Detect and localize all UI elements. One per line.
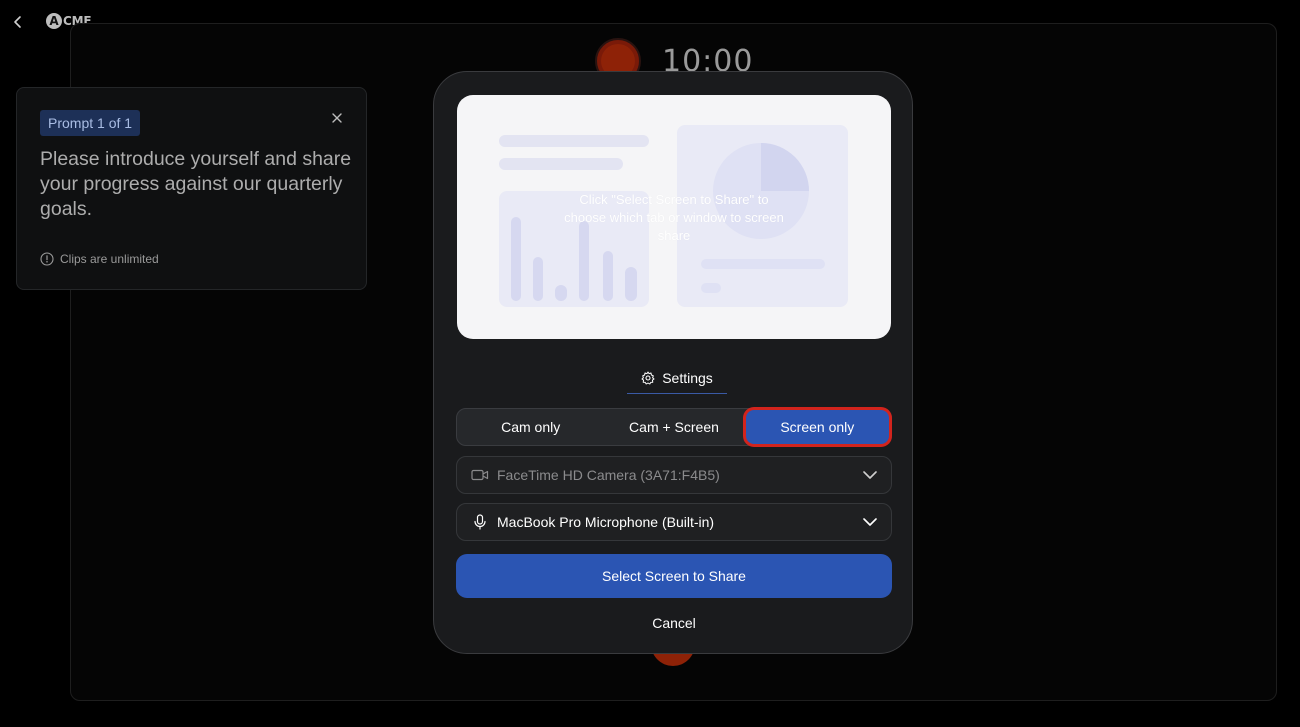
- cancel-button[interactable]: Cancel: [624, 612, 724, 634]
- mode-cam-screen[interactable]: Cam + Screen: [602, 410, 745, 444]
- info-icon: [40, 252, 54, 266]
- video-camera-icon: [471, 469, 489, 481]
- prompt-meta-text: Clips are unlimited: [60, 252, 159, 266]
- chevron-down-icon: [863, 518, 877, 526]
- close-icon: [332, 113, 342, 123]
- chevron-down-icon: [863, 471, 877, 479]
- microphone-select-value: MacBook Pro Microphone (Built-in): [497, 514, 715, 530]
- gear-icon: [641, 371, 655, 384]
- prompt-meta: Clips are unlimited: [40, 252, 159, 266]
- mode-screen-only[interactable]: Screen only: [745, 410, 889, 444]
- camera-select[interactable]: FaceTime HD Camera (3A71:F4B5): [456, 456, 892, 494]
- microphone-icon: [474, 514, 486, 530]
- prompt-close-button[interactable]: [328, 109, 346, 127]
- chevron-left-icon: [14, 16, 21, 28]
- screen-preview: Click "Select Screen to Share" to choose…: [457, 95, 891, 339]
- screen-share-modal: Click "Select Screen to Share" to choose…: [433, 71, 913, 654]
- mode-cam-only[interactable]: Cam only: [459, 410, 602, 444]
- microphone-select[interactable]: MacBook Pro Microphone (Built-in): [456, 503, 892, 541]
- prompt-badge: Prompt 1 of 1: [40, 110, 141, 136]
- prompt-card: Prompt 1 of 1 Please introduce yourself …: [16, 87, 367, 290]
- camera-select-value: FaceTime HD Camera (3A71:F4B5): [497, 467, 720, 483]
- preview-instructions: Click "Select Screen to Share" to choose…: [564, 192, 784, 243]
- back-button[interactable]: [8, 12, 28, 32]
- page: A CME 10:00 Prompt 1 of 1 Please introdu…: [0, 0, 1300, 727]
- settings-label: Settings: [662, 369, 713, 386]
- select-screen-button[interactable]: Select Screen to Share: [456, 554, 892, 598]
- logo-mark: A: [46, 13, 62, 29]
- prompt-text: Please introduce yourself and share your…: [40, 148, 352, 220]
- settings-tab[interactable]: Settings: [627, 362, 727, 394]
- capture-mode-selector: Cam only Cam + Screen Screen only: [456, 408, 892, 446]
